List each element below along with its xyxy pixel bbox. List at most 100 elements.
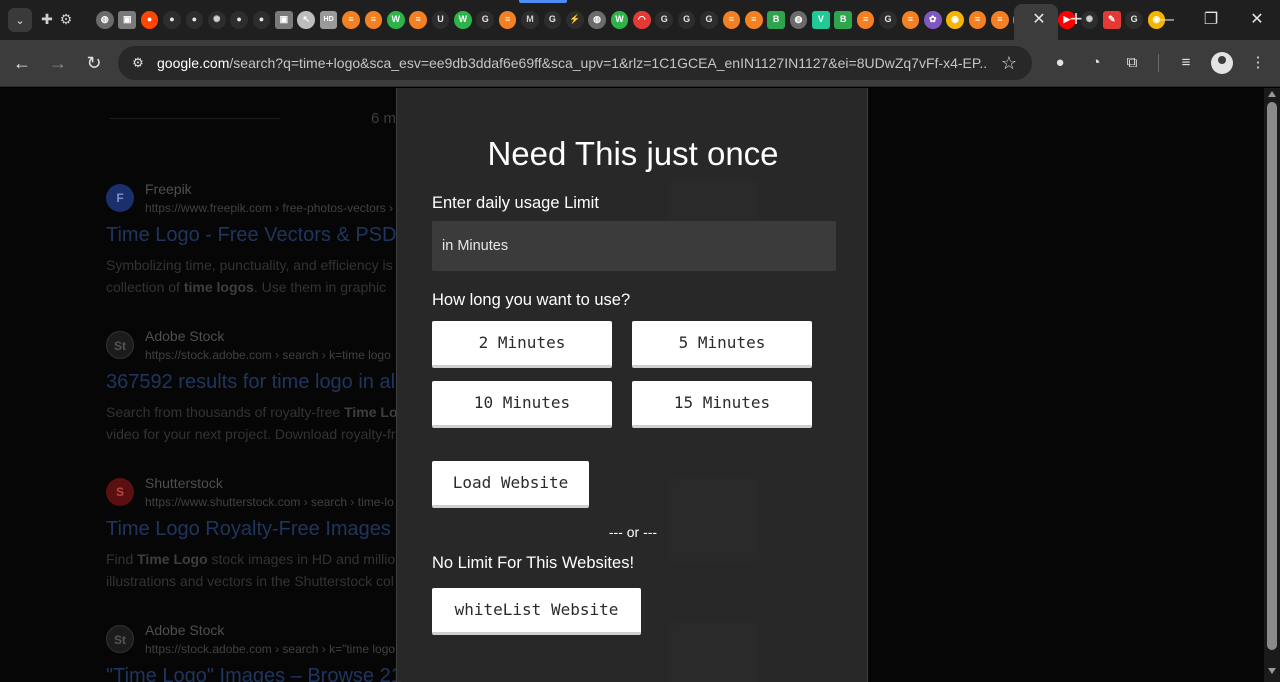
search-tab-underline (110, 118, 280, 119)
daily-limit-input[interactable] (432, 221, 836, 271)
google-icon[interactable]: G (476, 11, 495, 29)
w-icon[interactable]: W (386, 11, 405, 29)
restore-icon[interactable]: ❐ (1199, 8, 1223, 32)
active-tab-indicator (519, 0, 567, 3)
result-site-name: Freepik (145, 181, 192, 197)
github-icon[interactable]: ● (252, 11, 271, 29)
snippet-bold: Time Lo (344, 404, 398, 420)
tool-icon[interactable]: ✎ (1102, 11, 1121, 29)
media-control-icon[interactable]: ≡ (1175, 52, 1197, 74)
extensions-icon[interactable]: ⧉ (1121, 52, 1143, 74)
overlay-title: Need This just once (487, 135, 779, 172)
profile-avatar[interactable] (1211, 52, 1233, 74)
globe-icon[interactable]: ◍ (588, 11, 606, 29)
b-icon[interactable]: B (767, 11, 785, 29)
w-icon[interactable]: W (610, 11, 629, 29)
scroll-up-icon[interactable] (1268, 91, 1276, 97)
close-tab-icon[interactable]: ✕ (1030, 11, 1048, 29)
result-snippet: Find Time Logo stock images in HD and mi… (106, 548, 406, 592)
ext-icon[interactable]: ✿ (923, 11, 942, 29)
image-icon[interactable]: ▣ (275, 11, 293, 29)
result-snippet: Search from thousands of royalty-free Ti… (106, 401, 406, 445)
result-url: https://stock.adobe.com › search › k=tim… (145, 348, 391, 362)
adobe-stock-logo-icon: St (106, 625, 134, 653)
gear-icon[interactable]: ⚙ (57, 10, 75, 28)
load-website-button[interactable]: Load Website (432, 461, 589, 508)
menu-kebab-icon[interactable]: ⋮ (1247, 52, 1269, 74)
stackoverflow-icon[interactable]: ≡ (342, 11, 360, 29)
snippet-text: Search from thousands of royalty-free (106, 404, 345, 420)
stackoverflow-icon[interactable]: ≡ (901, 11, 920, 29)
google-icon[interactable]: G (655, 11, 674, 29)
stackoverflow-icon[interactable]: ≡ (364, 11, 383, 29)
stackoverflow-icon[interactable]: ≡ (968, 11, 987, 29)
google-icon[interactable]: G (700, 11, 718, 29)
toolbar-divider (1158, 54, 1159, 72)
globe-icon[interactable]: ◍ (789, 11, 808, 29)
github-icon[interactable]: ● (163, 11, 181, 29)
result-title-link[interactable]: Time Logo - Free Vectors & PSD (106, 224, 396, 247)
bookmark-star-icon[interactable]: ☆ (998, 52, 1020, 74)
google-icon[interactable]: G (879, 11, 897, 29)
fifteen-minutes-button[interactable]: 15 Minutes (632, 381, 812, 428)
two-minutes-button[interactable]: 2 Minutes (432, 321, 612, 368)
forward-icon[interactable]: → (47, 52, 69, 74)
link-icon[interactable]: ⚡ (565, 11, 584, 29)
b-icon[interactable]: B (834, 11, 853, 29)
github-icon[interactable]: ● (185, 11, 204, 29)
cursor-icon[interactable]: ↖ (297, 11, 316, 29)
result-snippet: Symbolizing time, punctuality, and effic… (106, 254, 406, 298)
stackoverflow-icon[interactable]: ≡ (498, 11, 517, 29)
puzzle-icon[interactable]: ✚ (38, 10, 56, 28)
google-icon[interactable]: G (543, 11, 562, 29)
result-site-name: Adobe Stock (145, 622, 225, 638)
hd-icon[interactable]: HD (319, 11, 338, 29)
result-site-name: Adobe Stock (145, 328, 225, 344)
new-tab-button[interactable]: + (1064, 8, 1088, 32)
result-title-link[interactable]: Time Logo Royalty-Free Images (106, 518, 391, 541)
tab-search-icon[interactable]: ⌄ (8, 8, 32, 32)
whitelist-website-button[interactable]: whiteList Website (432, 588, 641, 635)
snippet-text: video for your next project. Download ro… (106, 426, 396, 442)
w-icon[interactable]: W (454, 11, 472, 29)
u-icon[interactable]: U (431, 11, 450, 29)
stackoverflow-icon[interactable]: ≡ (856, 11, 875, 29)
address-path: /search?q=time+logo&sca_esv=ee9db3ddaf6e… (229, 55, 987, 71)
openai-icon[interactable]: ✺ (207, 11, 226, 29)
stackoverflow-icon[interactable]: ≡ (991, 11, 1009, 29)
address-bar[interactable]: ⚙ google.com/search?q=time+logo&sca_esv=… (118, 46, 1032, 80)
v-icon[interactable]: V (812, 11, 830, 29)
scroll-down-icon[interactable] (1268, 668, 1276, 674)
search-tab-label: 6 m (371, 110, 397, 127)
result-title-link[interactable]: 367592 results for time logo in al (106, 371, 395, 394)
close-window-icon[interactable]: ✕ (1245, 8, 1269, 32)
image-icon[interactable]: ▣ (118, 11, 137, 29)
m-icon[interactable]: M (521, 11, 539, 29)
stackoverflow-icon[interactable]: ≡ (409, 11, 427, 29)
result-url: https://www.shutterstock.com › search › … (145, 495, 394, 509)
site-info-icon[interactable]: ⚙ (128, 53, 148, 73)
stackoverflow-icon[interactable]: ≡ (744, 11, 763, 29)
google-icon[interactable]: G (1125, 11, 1143, 29)
github-icon[interactable]: ● (230, 11, 248, 29)
or-divider: --- or --- (608, 524, 658, 540)
adobe-stock-logo-icon: St (106, 331, 134, 359)
back-icon[interactable]: ← (11, 52, 33, 74)
google-icon[interactable]: G (677, 11, 696, 29)
address-url[interactable]: google.com/search?q=time+logo&sca_esv=ee… (157, 55, 987, 71)
reddit-icon[interactable]: ● (140, 11, 159, 29)
ten-minutes-button[interactable]: 10 Minutes (432, 381, 612, 428)
mouse-extension-icon[interactable]: ● (1049, 52, 1071, 74)
globe-icon[interactable]: ◍ (96, 11, 114, 29)
wifi-icon[interactable]: ◠ (633, 11, 651, 29)
result-title-link[interactable]: "Time Logo" Images – Browse 21 (106, 665, 402, 682)
scrollbar-thumb[interactable] (1267, 102, 1277, 650)
reload-icon[interactable]: ↻ (83, 52, 105, 74)
usage-limit-overlay: Need This just once Enter daily usage Li… (396, 88, 868, 682)
chrome-icon[interactable]: ◉ (946, 11, 964, 29)
timer-extension-icon[interactable]: ◔ (1085, 52, 1107, 74)
page-content: 6 m F Freepik https://www.freepik.com › … (0, 88, 1264, 682)
minimize-icon[interactable]: — (1154, 8, 1178, 32)
stackoverflow-icon[interactable]: ≡ (722, 11, 741, 29)
five-minutes-button[interactable]: 5 Minutes (632, 321, 812, 368)
